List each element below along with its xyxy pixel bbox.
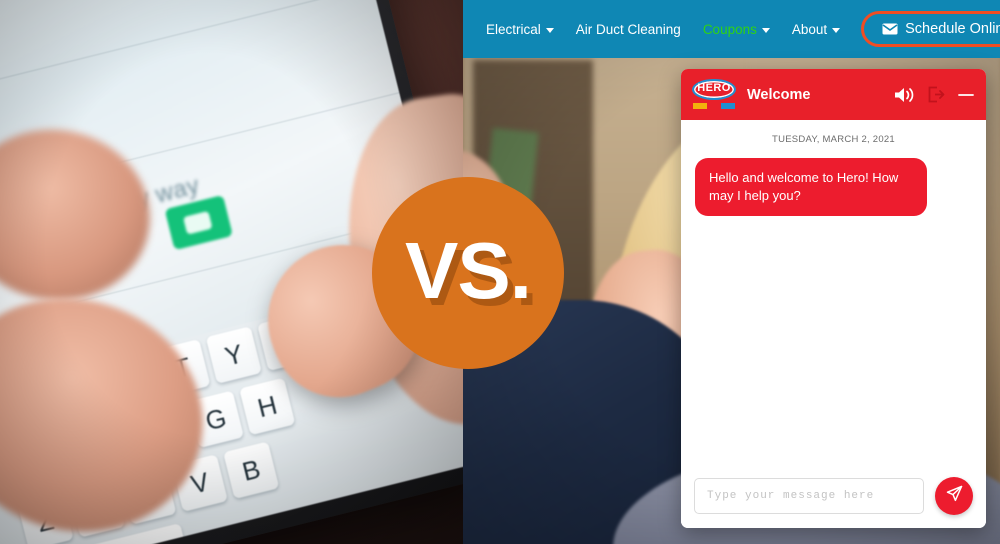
nav-item-label: Electrical <box>486 21 541 37</box>
nav-item-electrical[interactable]: Electrical <box>475 22 565 37</box>
send-icon <box>945 484 964 508</box>
site-navigation-bar: Electrical Air Duct Cleaning Coupons Abo… <box>463 0 1000 58</box>
chat-header-actions <box>894 86 974 104</box>
hero-logo-text: HERO <box>697 82 731 94</box>
hero-logo-colorbar-segment <box>714 102 721 109</box>
chat-composer <box>681 463 986 528</box>
comparison-banner: I'm already on my way Q W E R T Y U A S … <box>0 0 1000 544</box>
versus-badge: VS. <box>372 177 564 369</box>
schedule-online-label: Schedule Online <box>905 21 1000 37</box>
nav-item-label: Coupons <box>702 21 757 37</box>
nav-item-coupons[interactable]: Coupons <box>692 22 781 37</box>
hero-logo-colorbar-segment <box>700 102 707 109</box>
nav-item-label: About <box>791 21 828 37</box>
chat-widget-header: HERO Welcome <box>681 69 986 120</box>
chevron-down-icon <box>545 27 554 33</box>
minimize-icon[interactable] <box>958 89 974 101</box>
hero-logo-colorbar-segment <box>721 102 728 109</box>
chat-widget: HERO Welcome TUESDAY, MARCH 2, 2021 Hell… <box>681 69 986 528</box>
chat-message-list: TUESDAY, MARCH 2, 2021 Hello and welcome… <box>681 120 986 463</box>
schedule-online-button[interactable]: Schedule Online <box>861 11 1000 47</box>
chat-message-bubble: Hello and welcome to Hero! How may I hel… <box>695 158 927 217</box>
chevron-down-icon <box>761 27 770 33</box>
hero-logo-colorbar-segment <box>693 102 700 109</box>
chevron-down-icon <box>832 27 841 33</box>
chat-message-input[interactable] <box>694 477 924 514</box>
versus-badge-label: VS. <box>405 226 532 315</box>
nav-item-label: Air Duct Cleaning <box>575 21 681 37</box>
send-button[interactable] <box>935 476 973 515</box>
hero-logo: HERO <box>692 78 736 111</box>
nav-item-air-duct-cleaning[interactable]: Air Duct Cleaning <box>565 22 692 37</box>
exit-icon[interactable] <box>928 86 945 103</box>
hero-logo-colorbar-segment <box>707 102 714 109</box>
chat-widget-title: Welcome <box>747 86 811 103</box>
chat-date-divider: TUESDAY, MARCH 2, 2021 <box>772 134 895 145</box>
nav-item-about[interactable]: About <box>781 22 851 37</box>
hero-logo-colorbar-segment <box>728 102 735 109</box>
speaker-icon[interactable] <box>894 86 915 104</box>
hero-logo-colorbar <box>693 102 735 109</box>
envelope-icon <box>882 23 898 35</box>
